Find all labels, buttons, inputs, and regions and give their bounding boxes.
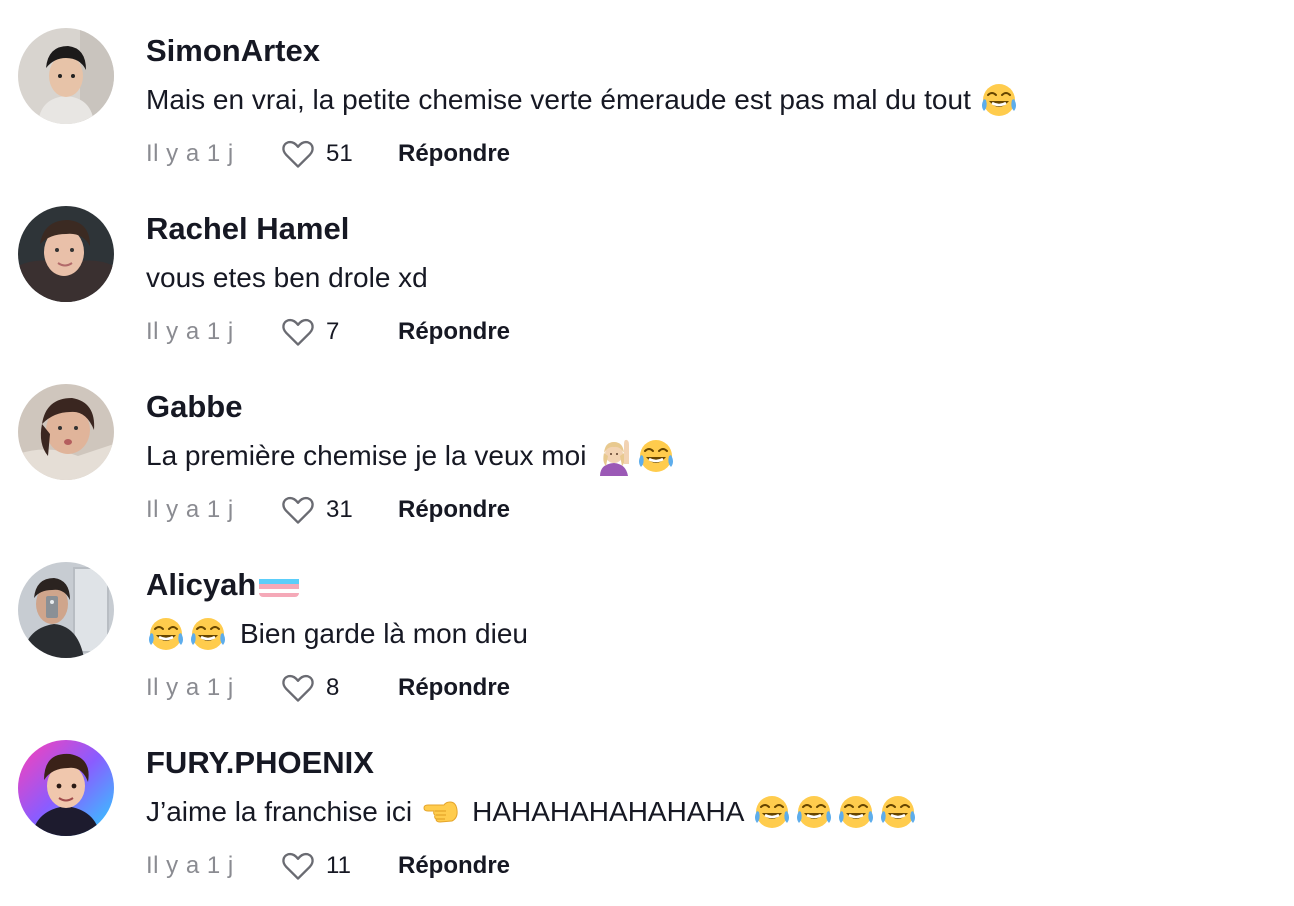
avatar[interactable] — [18, 206, 114, 302]
comment-item: Gabbe La première chemise je la veux moi… — [0, 356, 1294, 534]
username[interactable]: FURY.PHOENIX — [146, 743, 374, 783]
comment-text-body: Mais en vrai, la petite chemise verte ém… — [146, 84, 971, 115]
comment-meta: Il y a 1 j 7 Répondre — [146, 312, 510, 352]
avatar[interactable] — [18, 384, 114, 480]
face-with-tears-of-joy-icon — [878, 792, 918, 832]
face-with-tears-of-joy-icon — [752, 792, 792, 832]
comment-item: FURY.PHOENIX J’aime la franchise ici HAH… — [0, 712, 1294, 890]
comment-meta: Il y a 1 j 8 Répondre — [146, 668, 510, 708]
comment-item: Rachel Hamel vous etes ben drole xd Il y… — [0, 178, 1294, 356]
like-button[interactable]: 51 — [280, 136, 360, 172]
face-with-tears-of-joy-icon — [188, 614, 228, 654]
avatar[interactable] — [18, 28, 114, 124]
face-with-tears-of-joy-icon — [979, 80, 1019, 120]
like-count: 31 — [326, 496, 353, 523]
avatar[interactable] — [18, 740, 114, 836]
reply-button[interactable]: Répondre — [398, 318, 510, 346]
comment-text: vous etes ben drole xd — [146, 258, 428, 298]
comment-text-body: Bien garde là mon dieu — [240, 618, 528, 649]
like-button[interactable]: 31 — [280, 492, 360, 528]
face-with-tears-of-joy-icon — [794, 792, 834, 832]
timestamp: Il y a 1 j — [146, 674, 234, 701]
comment-text: Mais en vrai, la petite chemise verte ém… — [146, 80, 1021, 120]
comment-text-body: La première chemise je la veux moi — [146, 440, 587, 471]
heart-icon[interactable] — [280, 848, 316, 884]
like-count: 11 — [326, 852, 351, 879]
face-with-tears-of-joy-icon — [146, 614, 186, 654]
emoji-group — [594, 436, 678, 476]
like-count: 7 — [326, 318, 340, 345]
timestamp: Il y a 1 j — [146, 496, 234, 523]
heart-icon[interactable] — [280, 136, 316, 172]
reply-button[interactable]: Répondre — [398, 852, 510, 880]
username[interactable]: Alicyah — [146, 565, 300, 605]
reply-button[interactable]: Répondre — [398, 140, 510, 168]
comment-text: J’aime la franchise ici HAHAHAHAHAHAHA — [146, 792, 920, 832]
face-with-tears-of-joy-icon — [636, 436, 676, 476]
username[interactable]: SimonArtex — [146, 31, 320, 71]
like-button[interactable]: 7 — [280, 314, 360, 350]
backhand-index-pointing-left-icon — [423, 801, 458, 823]
emoji-group — [979, 80, 1021, 120]
heart-icon[interactable] — [280, 670, 316, 706]
emoji-group — [146, 614, 230, 654]
heart-icon[interactable] — [280, 492, 316, 528]
comment-text: La première chemise je la veux moi — [146, 436, 678, 476]
comment-item: SimonArtex Mais en vrai, la petite chemi… — [0, 0, 1294, 178]
timestamp: Il y a 1 j — [146, 852, 234, 879]
person-raising-hand-icon — [600, 439, 630, 476]
emoji-group — [420, 792, 462, 832]
transgender-flag-icon — [259, 573, 300, 597]
face-with-tears-of-joy-icon — [836, 792, 876, 832]
timestamp: Il y a 1 j — [146, 140, 234, 167]
comment-meta: Il y a 1 j 51 Répondre — [146, 134, 510, 174]
username[interactable]: Rachel Hamel — [146, 209, 349, 249]
comment-text: Bien garde là mon dieu — [146, 614, 528, 654]
like-count: 8 — [326, 674, 340, 701]
comment-text-body: J’aime la franchise ici — [146, 796, 413, 827]
timestamp: Il y a 1 j — [146, 318, 234, 345]
like-button[interactable]: 8 — [280, 670, 360, 706]
heart-icon[interactable] — [280, 314, 316, 350]
comment-meta: Il y a 1 j 31 Répondre — [146, 490, 510, 530]
comment-item: Alicyah Bien garde là mon dieu Il y a 1 … — [0, 534, 1294, 712]
comment-meta: Il y a 1 j 11 Répondre — [146, 846, 510, 886]
comment-text-suffix: HAHAHAHAHAHAHA — [472, 796, 745, 827]
emoji-group — [752, 792, 920, 832]
comment-text-body: vous etes ben drole xd — [146, 262, 428, 293]
like-count: 51 — [326, 140, 353, 167]
reply-button[interactable]: Répondre — [398, 674, 510, 702]
like-button[interactable]: 11 — [280, 848, 360, 884]
username[interactable]: Gabbe — [146, 387, 242, 427]
reply-button[interactable]: Répondre — [398, 496, 510, 524]
username-text: Alicyah — [146, 567, 257, 602]
avatar[interactable] — [18, 562, 114, 658]
